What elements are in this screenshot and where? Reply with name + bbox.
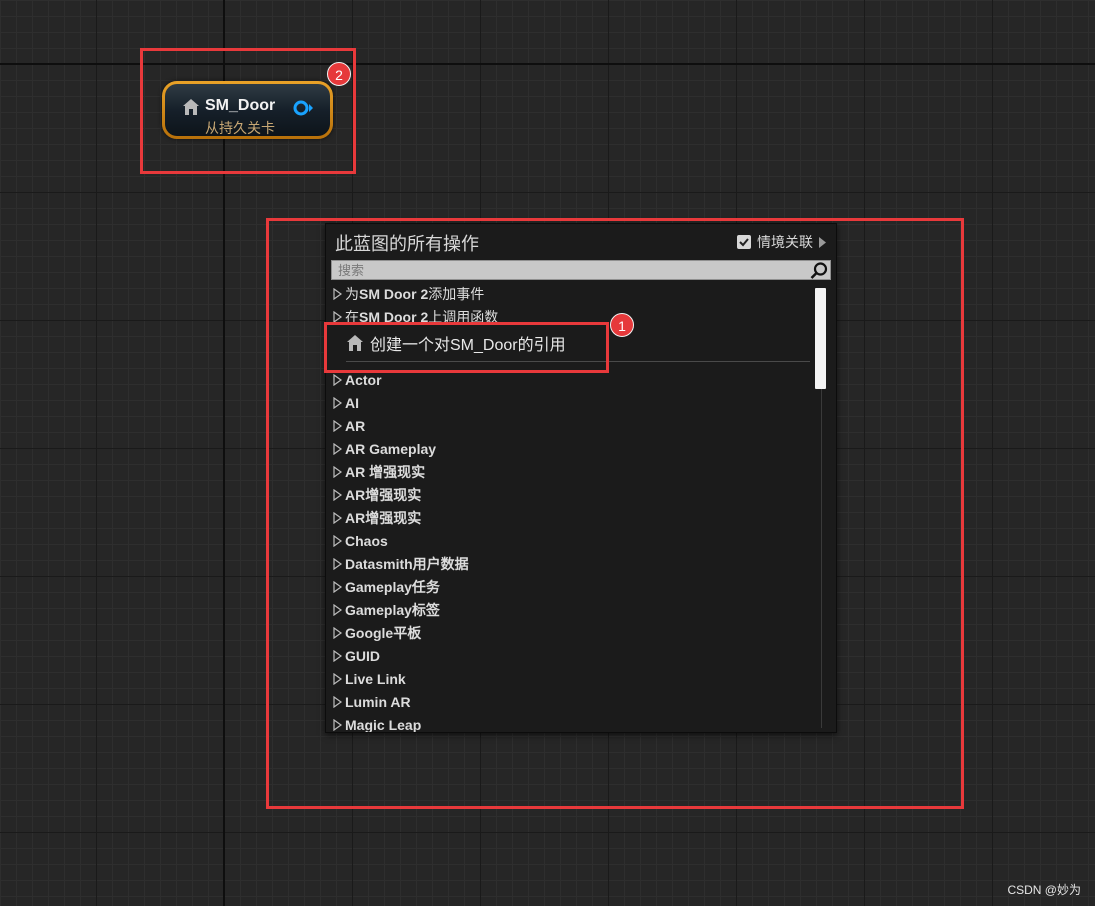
- highlight-box-node: [140, 48, 356, 174]
- watermark: CSDN @妙为: [1007, 883, 1081, 897]
- highlight-box-menu: [266, 218, 964, 809]
- highlight-box-reference: [324, 322, 609, 373]
- annotation-badge-1: 1: [610, 313, 634, 337]
- annotation-badge-2: 2: [327, 62, 351, 86]
